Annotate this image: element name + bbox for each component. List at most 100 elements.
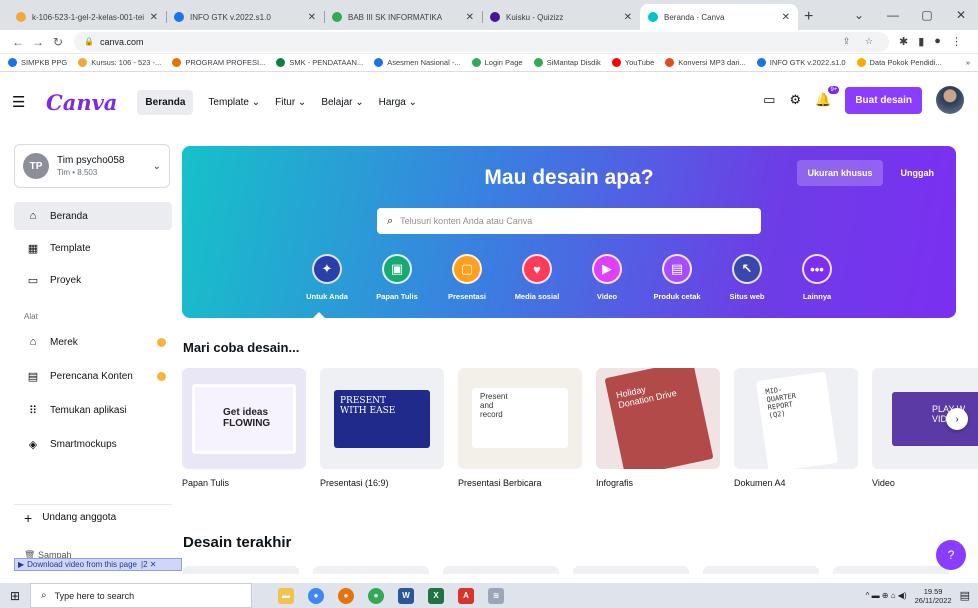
bookmark-item[interactable]: Kursus: 106 - 523 -... [78,58,161,67]
team-switcher[interactable]: TP Tim psycho058 Tim • 8.503 ⌄ [14,144,170,188]
profile-icon[interactable]: ● [934,35,941,48]
bookmark-item[interactable]: YouTube [611,58,654,67]
tray-icons[interactable]: ^ ▬ ⊕ ⌂ ◀) [866,591,907,600]
clock[interactable]: 19.59 26/11/2022 [915,587,952,605]
category-0[interactable]: ✦ Untuk Anda [292,254,362,301]
recent-design-card[interactable] [703,566,819,574]
recent-designs-title: Desain terakhir [183,534,292,551]
category-3[interactable]: ♥ Media sosial [502,254,572,301]
hero-search-input[interactable]: ⌕ Telusuri konten Anda atau Canva [377,208,761,234]
hamburger-menu-icon[interactable]: ☰ [12,93,36,111]
invite-members-button[interactable]: + Undang anggota [14,504,172,530]
category-5[interactable]: ▤ Produk cetak [642,254,712,301]
sidebar-tool-label: Temukan aplikasi [50,404,127,416]
close-window-icon[interactable]: ✕ [944,8,978,22]
sidebar-item-template[interactable]: ▦ Template [14,234,172,262]
firefox-icon[interactable]: ● [338,587,354,604]
notification-bell-icon[interactable]: 🔔 9+ [815,86,840,108]
forward-icon[interactable]: → [28,35,48,49]
bookmark-favicon-icon [78,58,88,67]
share-star-icons[interactable]: ⇪ ☆ [843,36,879,47]
sidebar-tool-0[interactable]: ⌂ Merek [14,328,172,356]
sidebar-tool-1[interactable]: ▤ Perencana Konten [14,362,172,390]
back-icon[interactable]: ← [8,35,28,49]
recent-design-card[interactable] [183,566,299,574]
sidebar-tool-2[interactable]: ⠿ Temukan aplikasi [14,396,172,424]
browser-icon[interactable]: ● [368,587,384,604]
url-field[interactable]: 🔒 canva.com ⇪ ☆ [74,31,889,52]
new-tab-button[interactable]: + [804,8,813,26]
recent-design-card[interactable] [443,566,559,574]
maximize-icon[interactable]: ▢ [910,8,944,22]
bookmark-item[interactable]: Asesmen Nasional -... [374,58,461,67]
tab-close-icon[interactable]: ✕ [308,12,316,23]
design-tile[interactable]: Get ideas FLOWING Papan Tulis [182,368,306,488]
notifications-icon[interactable]: ▤ [960,589,970,602]
sidebar-item-proyek[interactable]: ▭ Proyek [14,266,172,294]
tab-close-icon[interactable]: ✕ [624,12,632,23]
nav-item-2[interactable]: Fitur ⌄ [275,97,306,108]
menu-dots-icon[interactable]: ⋮ [951,35,962,48]
bookmark-item[interactable]: SiMantap Disdik [533,58,601,67]
canva-logo[interactable]: Canva [46,90,117,115]
upload-button[interactable]: Unggah [891,160,945,186]
bookmark-item[interactable]: Login Page [471,58,523,67]
category-7[interactable]: ••• Lainnya [782,254,852,301]
category-6[interactable]: ↖ Situs web [712,254,782,301]
design-tile[interactable]: Holiday Donation Drive Infografis [596,368,720,488]
carousel-next-button[interactable]: › [946,408,968,430]
bookmark-item[interactable]: SIMPKB PPG [8,58,67,67]
download-video-bar[interactable]: ▶ Download video from this page |2 ✕ [14,558,182,571]
file-explorer-icon[interactable]: ▬ [278,587,294,604]
sidebar-item-beranda[interactable]: ⌂ Beranda [14,202,172,230]
recent-design-card[interactable] [573,566,689,574]
category-1[interactable]: ▣ Papan Tulis [362,254,432,301]
custom-size-button[interactable]: Ukuran khusus [797,160,883,186]
download-bar-controls[interactable]: |2 ✕ [141,560,156,569]
chrome-icon[interactable]: ● [308,587,324,604]
design-tile[interactable]: PRESENT WITH EASE Presentasi (16:9) [320,368,444,488]
browser-tab[interactable]: k-106-523-1-gel-2-kelas-001-tei ✕ [8,4,166,30]
windows-start-icon[interactable]: ⊞ [0,589,30,603]
nav-item-3[interactable]: Belajar ⌄ [321,97,363,108]
bookmark-item[interactable]: Konversi MP3 dari... [665,58,746,67]
nav-item-4[interactable]: Harga ⌄ [379,97,417,108]
recent-design-card[interactable] [313,566,429,574]
category-4[interactable]: ▶ Video [572,254,642,301]
app-icon[interactable]: ≋ [488,587,504,604]
browser-tab[interactable]: INFO GTK v.2022.s1.0 ✕ [166,4,324,30]
create-design-button[interactable]: Buat desain [845,86,922,114]
browser-tab[interactable]: Kuisku - Quizizz ✕ [482,4,640,30]
excel-icon[interactable]: X [428,587,444,604]
bookmark-label: SMK - PENDATAAN... [289,58,364,67]
recent-design-card[interactable] [833,566,949,574]
nav-item-1[interactable]: Template ⌄ [208,97,260,108]
sidepanel-icon[interactable]: ▮ [918,35,924,48]
bookmarks-overflow-icon[interactable]: » [966,58,970,67]
category-2[interactable]: ▢ Presentasi [432,254,502,301]
acrobat-icon[interactable]: A [458,587,474,604]
reload-icon[interactable]: ↻ [48,35,68,49]
user-avatar[interactable] [936,86,964,114]
desktop-app-icon[interactable]: ▭ [763,92,775,108]
bookmark-item[interactable]: Data Pokok Pendidi... [856,58,942,67]
nav-item-0[interactable]: Beranda [137,89,194,115]
design-tile[interactable]: Present and record Presentasi Berbicara [458,368,582,488]
sidebar-tool-3[interactable]: ◈ Smartmockups [14,430,172,458]
tab-close-icon[interactable]: ✕ [782,12,790,23]
tab-search-icon[interactable]: ⌄ [842,8,876,22]
tab-close-icon[interactable]: ✕ [150,12,158,23]
design-tile[interactable]: MID- QUARTER REPORT (Q2) Dokumen A4 [734,368,858,488]
word-icon[interactable]: W [398,587,414,604]
help-button[interactable]: ? [936,540,966,570]
bookmark-item[interactable]: SMK - PENDATAAN... [276,58,363,67]
bookmark-item[interactable]: PROGRAM PROFESI... [172,58,265,67]
bookmark-item[interactable]: INFO GTK v.2022.s1.0 [756,58,846,67]
taskbar-search-input[interactable]: ⌕ Type here to search [30,583,252,608]
browser-tab[interactable]: BAB III SK INFORMATIKA ✕ [324,4,482,30]
extension-puzzle-icon[interactable]: ✱ [899,35,908,48]
browser-tab[interactable]: Beranda - Canva ✕ [640,4,798,30]
tab-close-icon[interactable]: ✕ [466,12,474,23]
minimize-icon[interactable]: — [876,8,910,22]
settings-gear-icon[interactable]: ⚙ [789,92,801,108]
